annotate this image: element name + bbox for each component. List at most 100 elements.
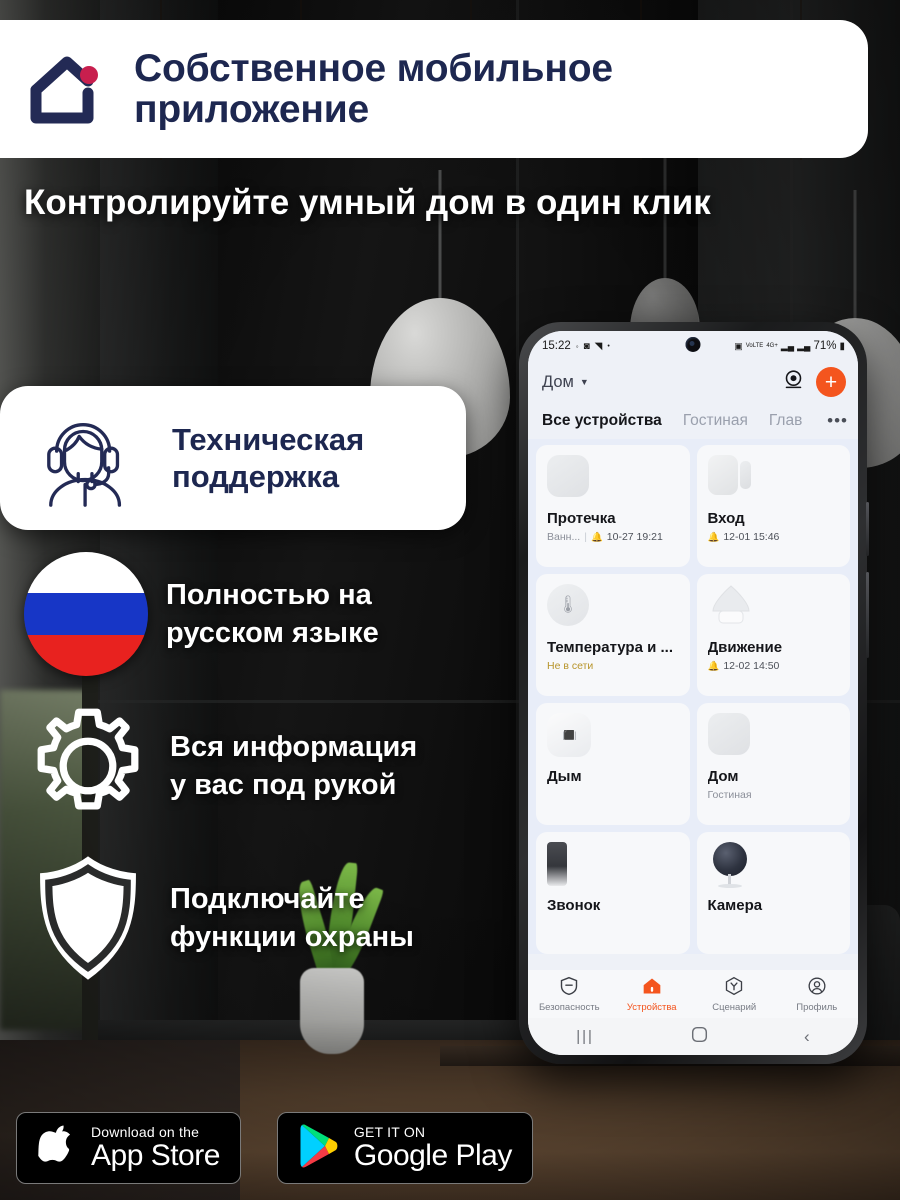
thermometer-icon: 🌡 <box>547 584 679 636</box>
app-store-title: App Store <box>91 1138 220 1172</box>
bottom-nav-label: Безопасность <box>538 1001 600 1013</box>
device-card-camera[interactable]: Камера <box>696 832 850 954</box>
device-name: Движение <box>707 639 783 656</box>
feature-list: Техническая поддержка Полностью на русск… <box>0 386 500 986</box>
house-dot-logo <box>26 46 112 132</box>
device-timestamp: 10-27 19:21 <box>606 531 663 543</box>
feature-label-line2: русском языке <box>166 617 379 649</box>
door-sensor-icon <box>707 455 840 507</box>
gear-icon <box>24 706 152 826</box>
device-name: Дом <box>707 768 739 785</box>
device-card-temperature[interactable]: 🌡 Температура и ... Не в сети <box>536 574 690 696</box>
feature-label-line2: поддержка <box>172 459 340 494</box>
russian-flag-icon <box>24 552 148 676</box>
alarm-icon: ▣ <box>734 340 743 351</box>
hub-icon <box>707 713 840 765</box>
bell-icon: 🔔 <box>707 660 720 672</box>
google-play-badge[interactable]: GET IT ON Google Play <box>276 1112 533 1184</box>
device-grid: Протечка Ванн... | 🔔 10-27 19:21 Вход 🔔 … <box>528 439 858 954</box>
bottom-nav-label: Профиль <box>796 1001 838 1013</box>
tab-main[interactable]: Глав <box>769 412 802 430</box>
feature-label-line2: функции охраны <box>170 921 414 953</box>
device-name: Протечка <box>547 510 616 527</box>
phone-screen: 15:22 ◦ ◙ ◥ • ▣ VoLTE 4G+ ▂▄ ▂▄ 71% ▮ До… <box>528 331 858 1055</box>
store-badges: Download on the App Store GET IT ON Goog… <box>16 1112 533 1184</box>
feature-label-line1: Техническая <box>172 421 365 457</box>
google-play-title: Google Play <box>353 1138 512 1172</box>
device-name: Температура и ... <box>547 639 673 656</box>
record-icon: ◦ <box>575 341 579 351</box>
dot-icon: • <box>607 342 610 350</box>
bottom-nav-label: Сценарий <box>712 1001 757 1013</box>
device-name: Звонок <box>547 897 601 914</box>
feature-label-line1: Вся информация <box>170 730 418 763</box>
device-card-motion[interactable]: Движение 🔔 12-02 14:50 <box>696 574 850 696</box>
bottom-nav-security[interactable]: Безопасность <box>528 976 611 1013</box>
device-room: Гостиная <box>707 789 752 801</box>
4g-plus-icon: 4G+ <box>766 343 778 349</box>
bottom-nav-profile[interactable]: Профиль <box>776 976 859 1013</box>
shield-icon <box>24 856 152 980</box>
scenario-icon <box>724 976 744 999</box>
photo-icon: ◙ <box>583 340 590 352</box>
home-selector[interactable]: Дом ▼ <box>542 373 589 392</box>
divider: | <box>584 531 587 543</box>
app-store-subtitle: Download on the <box>91 1123 200 1140</box>
tab-living-room[interactable]: Гостиная <box>683 412 748 430</box>
volte-icon: VoLTE <box>745 343 764 349</box>
back-icon[interactable]: ‹ <box>804 1027 810 1047</box>
home-selector-label: Дом <box>542 372 574 391</box>
device-timestamp: 12-02 14:50 <box>723 660 780 672</box>
add-device-button[interactable]: + <box>816 367 846 397</box>
battery-percent: 71% <box>813 340 837 352</box>
feature-label-line2: у вас под рукой <box>170 769 397 801</box>
camera-view-icon[interactable] <box>783 369 804 395</box>
device-card-doorbell[interactable]: Звонок <box>536 832 690 954</box>
device-card-leak[interactable]: Протечка Ванн... | 🔔 10-27 19:21 <box>536 445 690 567</box>
bottom-nav: Безопасность Устройства Сценарий Профиль <box>528 970 858 1018</box>
status-bar: 15:22 ◦ ◙ ◥ • ▣ VoLTE 4G+ ▂▄ ▂▄ 71% ▮ <box>528 331 858 361</box>
device-card-smoke[interactable]: |⬛| Дым <box>536 703 690 825</box>
device-card-hub[interactable]: Дом Гостиная <box>696 703 850 825</box>
device-room: Ванн... <box>547 531 581 543</box>
recents-icon[interactable]: ||| <box>576 1028 594 1045</box>
system-nav-bar: ||| ‹ <box>528 1018 858 1055</box>
device-card-entrance[interactable]: Вход 🔔 12-01 15:46 <box>696 445 850 567</box>
bottom-nav-devices[interactable]: Устройства <box>611 976 694 1013</box>
battery-icon: ▮ <box>839 340 845 352</box>
overflow-dots-icon[interactable]: ••• <box>823 411 848 431</box>
phone-volume-button[interactable] <box>866 502 869 556</box>
feature-label-line1: Подключайте <box>170 882 365 915</box>
signal-2-icon: ▂▄ <box>797 340 811 351</box>
app-header: Дом ▼ + <box>528 361 858 403</box>
apple-logo-icon <box>37 1122 77 1175</box>
feature-label-line1: Полностью на <box>166 578 372 611</box>
device-timestamp: 12-01 15:46 <box>723 531 780 543</box>
bottom-nav-scenario[interactable]: Сценарий <box>693 976 776 1013</box>
feature-item-support: Техническая поддержка <box>0 386 466 530</box>
doorbell-icon <box>547 842 679 894</box>
chevron-down-icon: ▼ <box>579 377 589 387</box>
bottom-nav-label: Устройства <box>626 1001 677 1013</box>
home-square-icon[interactable] <box>691 1026 708 1048</box>
device-name: Камера <box>707 897 763 914</box>
motion-sensor-icon <box>708 584 840 636</box>
front-camera-punchhole <box>685 337 701 352</box>
tab-all-devices[interactable]: Все устройства <box>542 412 662 430</box>
phone-power-button[interactable] <box>866 572 869 658</box>
profile-icon <box>807 976 827 999</box>
app-store-badge[interactable]: Download on the App Store <box>16 1112 241 1184</box>
status-time: 15:22 <box>542 340 571 352</box>
device-status: Не в сети <box>547 660 594 672</box>
home-icon <box>642 976 662 999</box>
device-tabs: Все устройства Гостиная Глав ••• <box>528 403 858 439</box>
feature-item-russian: Полностью на русском языке <box>0 546 500 682</box>
google-play-subtitle: GET IT ON <box>353 1123 426 1140</box>
banner-title-line1: Собственное мобильное <box>134 46 613 90</box>
signal-1-icon: ▂▄ <box>780 340 795 351</box>
device-name: Вход <box>707 510 745 527</box>
leak-sensor-icon <box>547 455 679 507</box>
navigation-icon: ◥ <box>594 340 603 352</box>
feature-item-security: Подключайте функции охраны <box>0 850 500 986</box>
camera-device-icon <box>708 842 840 894</box>
